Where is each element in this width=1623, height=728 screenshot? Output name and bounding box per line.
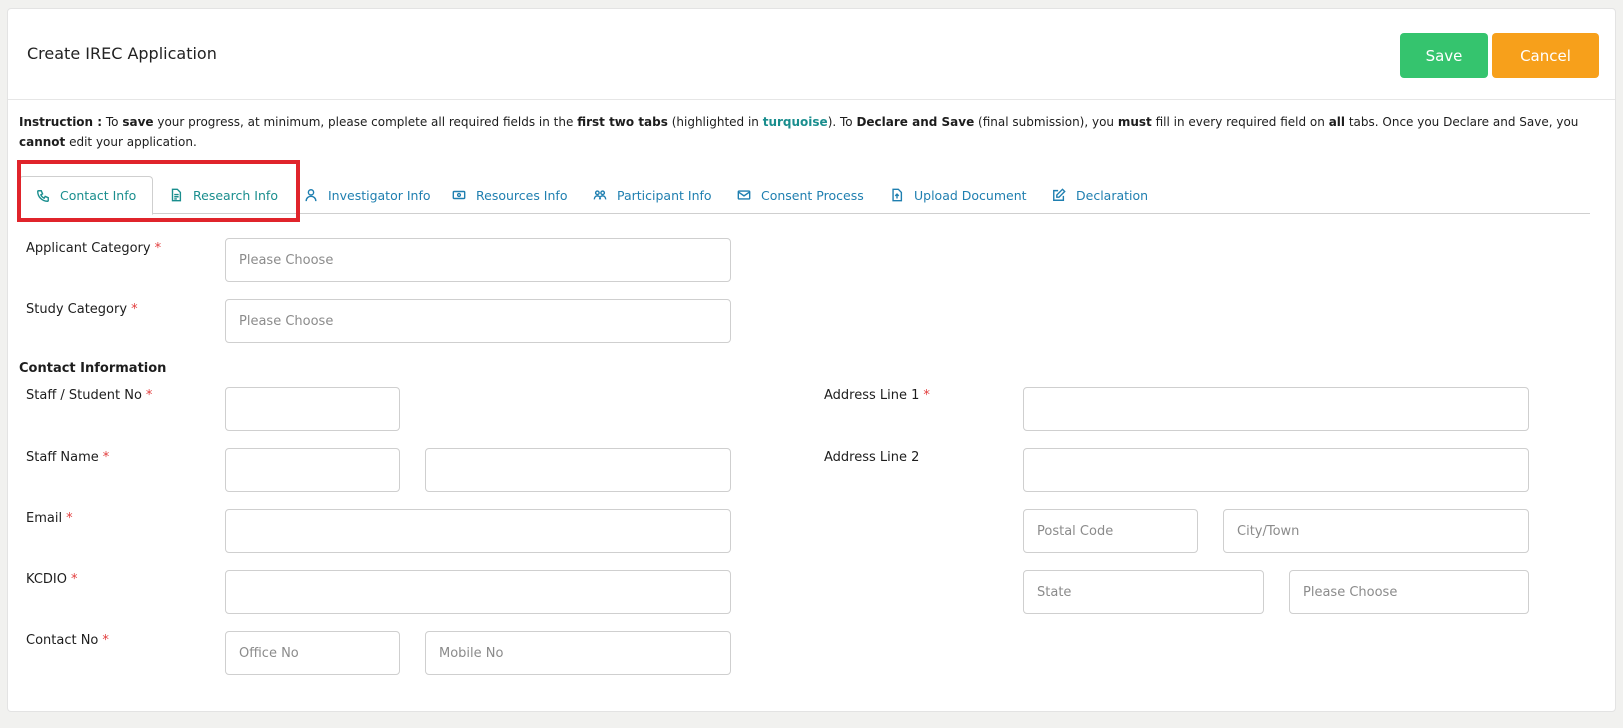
country-select[interactable]: Please Choose — [1289, 570, 1529, 614]
save-button[interactable]: Save — [1400, 33, 1488, 78]
staff-student-no-input[interactable] — [225, 387, 400, 431]
tab-participant-info[interactable]: Participant Info — [593, 176, 712, 214]
highlight-box — [17, 160, 300, 222]
edit-icon — [1053, 188, 1066, 201]
tab-consent-process[interactable]: Consent Process — [737, 176, 864, 214]
staff-name-label: Staff Name * — [26, 450, 110, 465]
staff-name-first-input[interactable] — [225, 448, 400, 492]
staff-student-no-label: Staff / Student No * — [26, 388, 153, 403]
staff-name-last-input[interactable] — [425, 448, 731, 492]
study-category-label: Study Category * — [26, 302, 138, 317]
instruction-text: Instruction : To save your progress, at … — [19, 115, 1579, 149]
upload-file-icon — [892, 188, 903, 202]
page-title: Create IREC Application — [27, 44, 217, 63]
user-icon — [305, 189, 317, 202]
tab-resources-info[interactable]: Resources Info — [452, 176, 567, 214]
study-category-select[interactable]: Please Choose — [225, 299, 731, 343]
contact-information-heading: Contact Information — [19, 361, 167, 376]
contact-no-label: Contact No * — [26, 633, 109, 648]
envelope-icon — [737, 190, 751, 200]
address-line-2-input[interactable] — [1023, 448, 1529, 492]
card-header: Create IREC Application Save Cancel — [8, 9, 1615, 100]
tab-investigator-info[interactable]: Investigator Info — [304, 176, 431, 214]
kcdio-label: KCDIO * — [26, 572, 78, 587]
people-icon — [593, 190, 607, 200]
email-label: Email * — [26, 511, 73, 526]
mobile-no-input[interactable]: Mobile No — [425, 631, 731, 675]
tab-declaration[interactable]: Declaration — [1052, 176, 1148, 214]
address-line-1-label: Address Line 1 * — [824, 388, 930, 403]
tab-label: Consent Process — [761, 187, 864, 203]
applicant-category-select[interactable]: Please Choose — [225, 238, 731, 282]
postal-code-input[interactable]: Postal Code — [1023, 509, 1198, 553]
address-line-1-input[interactable] — [1023, 387, 1529, 431]
tab-label: Declaration — [1076, 187, 1149, 203]
tab-label: Upload Document — [914, 187, 1027, 203]
city-town-input[interactable]: City/Town — [1223, 509, 1529, 553]
state-input[interactable]: State — [1023, 570, 1264, 614]
cancel-button[interactable]: Cancel — [1492, 33, 1599, 78]
tab-label: Investigator Info — [328, 187, 431, 203]
email-field[interactable] — [225, 509, 731, 553]
applicant-category-label: Applicant Category * — [26, 241, 162, 256]
money-icon — [452, 190, 466, 200]
tab-label: Resources Info — [476, 187, 568, 203]
office-no-input[interactable]: Office No — [225, 631, 400, 675]
tab-label: Participant Info — [617, 187, 712, 203]
tab-upload-document[interactable]: Upload Document — [890, 176, 1027, 214]
kcdio-select[interactable] — [225, 570, 731, 614]
address-line-2-label: Address Line 2 — [824, 450, 920, 465]
